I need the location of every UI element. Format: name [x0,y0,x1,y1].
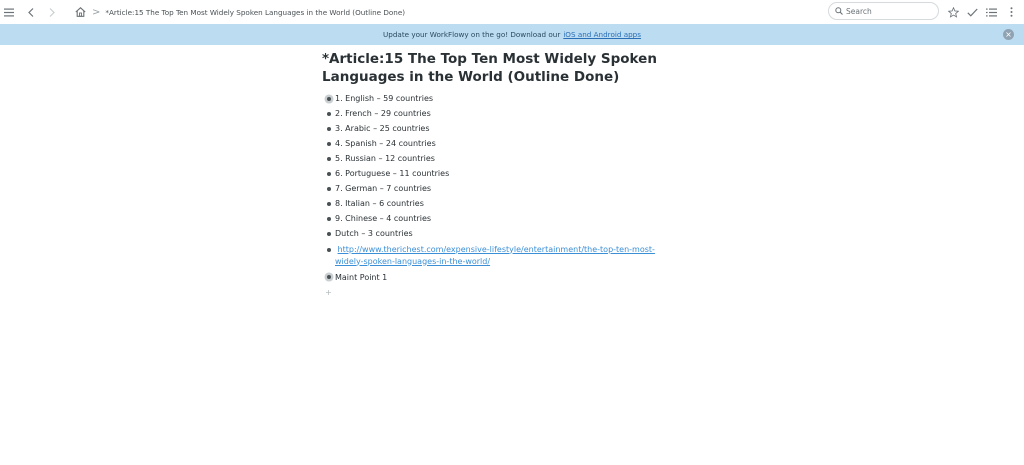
bullet-handle[interactable] [322,181,335,196]
item-text[interactable]: 2. French – 29 countries [335,106,431,121]
bullet-handle[interactable] [322,226,335,241]
bullet-dot-icon [326,201,331,206]
bullet-dot-icon [326,231,331,236]
item-text[interactable]: 5. Russian – 12 countries [335,151,435,166]
item-text[interactable]: Maint Point 1 [335,270,387,285]
search-input[interactable] [846,6,926,16]
home-button[interactable] [72,0,88,24]
item-text[interactable]: 8. Italian – 6 countries [335,196,424,211]
completed-toggle-button[interactable] [964,4,980,20]
forward-button[interactable] [45,0,59,24]
list-item[interactable]: 9. Chinese – 4 countries [322,211,722,226]
bullet-handle[interactable] [322,196,335,211]
bullet-dot-icon [326,156,331,161]
chevron-right-icon [49,7,55,17]
search-box[interactable] [828,2,939,20]
bullet-handle[interactable] [322,106,335,121]
list-item[interactable]: 1. English – 59 countries [322,91,722,106]
more-options-button[interactable] [1003,4,1019,20]
back-button[interactable] [24,0,38,24]
list-item[interactable]: Dutch – 3 countries [322,226,722,241]
banner-app-link[interactable]: iOS and Android apps [563,30,641,39]
add-item-row: + [322,285,722,300]
list-item[interactable]: Maint Point 1 [322,270,722,285]
list-item[interactable]: 8. Italian – 6 countries [322,196,722,211]
list-item[interactable]: 6. Portuguese – 11 countries [322,166,722,181]
bullet-handle[interactable] [322,270,335,285]
menu-button[interactable] [1,0,17,24]
page-title[interactable]: *Article:15 The Top Ten Most Widely Spok… [322,50,702,86]
banner-close-button[interactable]: × [1003,29,1014,40]
bullet-dot-icon [326,275,331,279]
home-icon [74,7,86,17]
close-icon: × [1005,30,1012,39]
bullet-handle[interactable] [322,91,335,106]
list-icon [985,8,997,16]
list-item[interactable]: 2. French – 29 countries [322,106,722,121]
bullet-dot-icon [326,216,331,221]
menu-icon [4,8,14,16]
bullet-dot-icon [326,111,331,116]
bullet-dot-icon [326,96,331,101]
top-bar: > *Article:15 The Top Ten Most Widely Sp… [0,0,1024,24]
bullet-dot-icon [326,171,331,176]
breadcrumb-separator: > [92,6,101,18]
item-text[interactable]: 3. Arabic – 25 countries [335,121,430,136]
outline-content: *Article:15 The Top Ten Most Widely Spok… [322,50,722,300]
check-icon [966,8,978,17]
bullet-dot-icon [326,141,331,146]
item-text[interactable]: Dutch – 3 countries [335,226,413,241]
list-item-link[interactable]: http://www.therichest.com/expensive-life… [322,242,722,268]
star-button[interactable] [945,4,961,20]
breadcrumb-title[interactable]: *Article:15 The Top Ten Most Widely Spok… [105,8,405,17]
list-item[interactable]: 4. Spanish – 24 countries [322,136,722,151]
bullet-handle[interactable] [322,136,335,151]
list-item[interactable]: 7. German – 7 countries [322,181,722,196]
more-vertical-icon [1010,7,1012,17]
list-item[interactable]: 5. Russian – 12 countries [322,151,722,166]
bullet-handle[interactable] [322,211,335,226]
source-link[interactable]: http://www.therichest.com/expensive-life… [335,245,655,266]
list-view-button[interactable] [983,4,999,20]
bullet-handle[interactable] [322,121,335,136]
item-text[interactable]: 6. Portuguese – 11 countries [335,166,449,181]
app-promo-banner: Update your WorkFlowy on the go! Downloa… [0,24,1024,45]
bullet-dot-icon [326,186,331,191]
add-item-button[interactable]: + [322,288,335,297]
list-item[interactable]: 3. Arabic – 25 countries [322,121,722,136]
item-text[interactable]: 4. Spanish – 24 countries [335,136,436,151]
bullet-dot-icon [326,126,331,131]
bullet-dot-icon [326,247,331,252]
star-icon [947,6,959,18]
bullet-handle[interactable] [322,166,335,181]
search-icon [835,7,843,15]
item-text[interactable]: 1. English – 59 countries [335,91,433,106]
bullet-list: 1. English – 59 countries 2. French – 29… [322,91,722,285]
banner-text: Update your WorkFlowy on the go! Downloa… [383,30,561,39]
item-text[interactable]: 9. Chinese – 4 countries [335,211,431,226]
item-text[interactable]: 7. German – 7 countries [335,181,431,196]
chevron-left-icon [28,7,34,17]
bullet-handle[interactable] [322,242,335,257]
bullet-handle[interactable] [322,151,335,166]
